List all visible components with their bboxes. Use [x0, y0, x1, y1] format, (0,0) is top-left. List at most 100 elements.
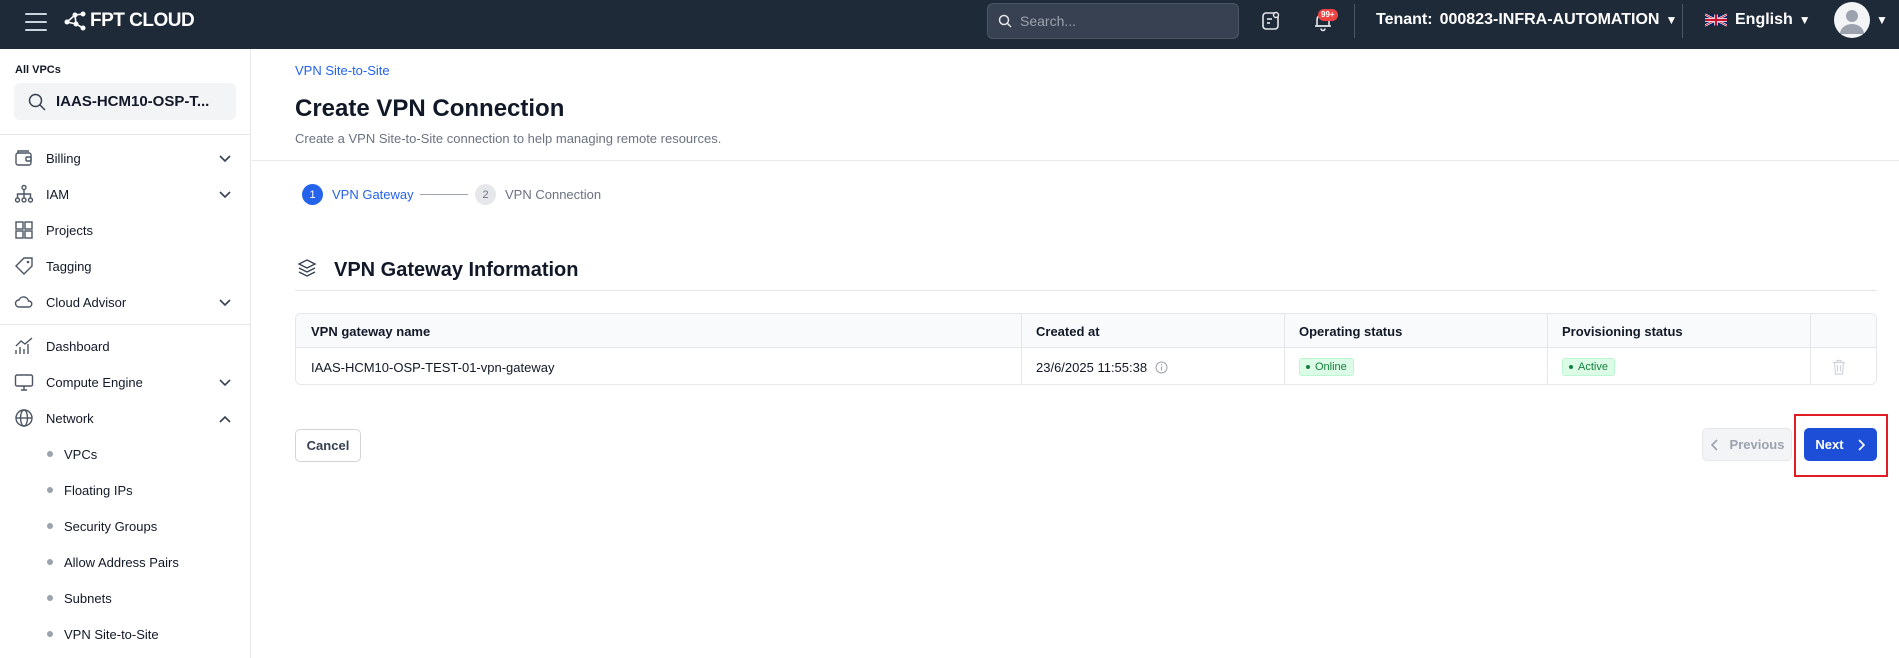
sidebar-subitem-label: Security Groups — [64, 518, 158, 534]
sidebar-subitem-allow-address-pairs[interactable]: Allow Address Pairs — [0, 547, 251, 577]
chevron-down-icon — [219, 191, 231, 199]
bullet — [47, 451, 53, 457]
search-icon — [998, 14, 1012, 28]
status-text: Active — [1578, 361, 1608, 373]
layers-icon — [297, 259, 317, 277]
sidebar-item-label: Billing — [46, 150, 81, 166]
sidebar-item-network[interactable]: Network — [0, 403, 251, 433]
bullet — [47, 559, 53, 565]
chevron-down-icon — [219, 155, 231, 163]
fpt-cloud-logo[interactable]: FPT CLOUD — [64, 9, 195, 33]
search-input[interactable] — [1020, 13, 1220, 29]
cell-provisioning-status: Active — [1547, 349, 1810, 384]
vpc-label: All VPCs — [15, 64, 61, 76]
support-ticket-icon[interactable] — [1260, 10, 1282, 32]
sidebar-subitem-vpcs[interactable]: VPCs — [0, 439, 251, 469]
tenant-label: Tenant: — [1376, 11, 1433, 28]
cloud-icon — [14, 296, 33, 308]
language-selector[interactable]: English ▼ — [1705, 11, 1811, 29]
user-icon — [1840, 10, 1864, 34]
column-header: Provisioning status — [1562, 323, 1683, 339]
chevron-down-icon — [219, 299, 231, 307]
chart-icon — [15, 337, 33, 354]
cancel-button[interactable]: Cancel — [295, 429, 361, 462]
step-number: 2 — [475, 184, 496, 205]
section-title: VPN Gateway Information — [334, 259, 579, 281]
logo-mark-icon — [64, 11, 86, 31]
sidebar-subitem-label: Floating IPs — [64, 482, 133, 498]
sidebar-subitem-label: Allow Address Pairs — [64, 554, 179, 570]
chevron-up-icon — [219, 415, 231, 423]
sidebar-subitem-security-groups[interactable]: Security Groups — [0, 511, 251, 541]
bullet — [47, 631, 53, 637]
hamburger-menu-icon[interactable] — [25, 13, 47, 31]
tag-icon — [15, 257, 33, 275]
uk-flag-icon — [1705, 13, 1727, 27]
cell-operating-status: Online — [1284, 349, 1547, 384]
sidebar-subitem-floating-ips[interactable]: Floating IPs — [0, 475, 251, 505]
created-at-value: 23/6/2025 11:55:38 — [1036, 359, 1148, 375]
breadcrumb[interactable]: VPN Site-to-Site — [295, 63, 390, 78]
sidebar-item-projects[interactable]: Projects — [0, 215, 251, 245]
sidebar-subitem-label: VPN Site-to-Site — [64, 626, 159, 642]
sidebar-item-cloud-advisor[interactable]: Cloud Advisor — [0, 287, 251, 317]
sidebar-item-iam[interactable]: IAM — [0, 179, 251, 209]
global-search[interactable] — [987, 3, 1239, 39]
status-badge: Online — [1299, 358, 1354, 376]
vpc-selected-value: IAAS-HCM10-OSP-T... — [56, 93, 210, 110]
previous-button[interactable]: Previous — [1702, 428, 1792, 461]
bullet — [47, 523, 53, 529]
language-label: English — [1735, 11, 1793, 28]
vpn-gateway-table: VPN gateway name Created at Operating st… — [295, 313, 1877, 385]
hierarchy-icon — [14, 184, 34, 203]
globe-icon — [15, 409, 33, 427]
avatar — [1834, 2, 1870, 38]
step-vpn-connection[interactable]: 2 VPN Connection — [475, 184, 601, 205]
sidebar-item-compute-engine[interactable]: Compute Engine — [0, 367, 251, 397]
caret-down-icon: ▼ — [1798, 13, 1811, 27]
chevron-left-icon — [1710, 438, 1718, 451]
status-badge: Active — [1562, 358, 1615, 376]
sidebar-item-label: Network — [46, 410, 94, 426]
tenant-selector[interactable]: Tenant: 000823-INFRA-AUTOMATION ▼ — [1376, 11, 1677, 29]
vpc-selector[interactable]: IAAS-HCM10-OSP-T... — [14, 83, 236, 120]
sidebar-item-tagging[interactable]: Tagging — [0, 251, 251, 281]
notification-badge: 99+ — [1318, 9, 1338, 21]
logo-text: FPT CLOUD — [90, 10, 195, 31]
tenant-value: 000823-INFRA-AUTOMATION — [1439, 11, 1660, 28]
sidebar-subitem-subnets[interactable]: Subnets — [0, 583, 251, 613]
step-connector — [420, 194, 468, 195]
sidebar-item-label: Projects — [46, 222, 93, 238]
column-header: VPN gateway name — [311, 323, 431, 339]
sidebar-item-label: Dashboard — [46, 338, 110, 354]
page-title: Create VPN Connection — [295, 95, 565, 122]
page-subtitle: Create a VPN Site-to-Site connection to … — [295, 131, 722, 146]
cell-actions — [1810, 349, 1876, 384]
step-label: VPN Gateway — [332, 187, 414, 202]
sidebar-subitem-vpn-site-to-site[interactable]: VPN Site-to-Site — [0, 619, 251, 649]
bullet — [47, 487, 53, 493]
sidebar-item-billing[interactable]: Billing — [0, 143, 251, 173]
monitor-icon — [14, 374, 34, 391]
info-icon[interactable] — [1155, 361, 1168, 374]
divider — [252, 160, 1899, 161]
sidebar-item-label: IAM — [46, 186, 70, 202]
sidebar: All VPCs IAAS-HCM10-OSP-T... Billing IAM — [0, 49, 251, 658]
bullet — [47, 595, 53, 601]
grid-icon — [15, 221, 33, 239]
cell-gateway-name: IAAS-HCM10-OSP-TEST-01-vpn-gateway — [311, 359, 555, 375]
chevron-down-icon — [219, 379, 231, 387]
sidebar-item-label: Cloud Advisor — [46, 294, 127, 310]
caret-down-icon: ▼ — [1876, 13, 1888, 27]
step-number: 1 — [302, 184, 323, 205]
wallet-icon — [15, 150, 32, 166]
caret-down-icon: ▼ — [1665, 13, 1678, 27]
step-vpn-gateway[interactable]: 1 VPN Gateway — [302, 184, 414, 205]
cell-created-at: 23/6/2025 11:55:38 — [1021, 349, 1284, 384]
search-icon — [28, 93, 46, 111]
divider — [0, 324, 251, 325]
trash-icon[interactable] — [1832, 359, 1846, 375]
sidebar-item-dashboard[interactable]: Dashboard — [0, 331, 251, 361]
status-text: Online — [1315, 361, 1347, 373]
user-menu[interactable]: ▼ — [1834, 2, 1888, 38]
